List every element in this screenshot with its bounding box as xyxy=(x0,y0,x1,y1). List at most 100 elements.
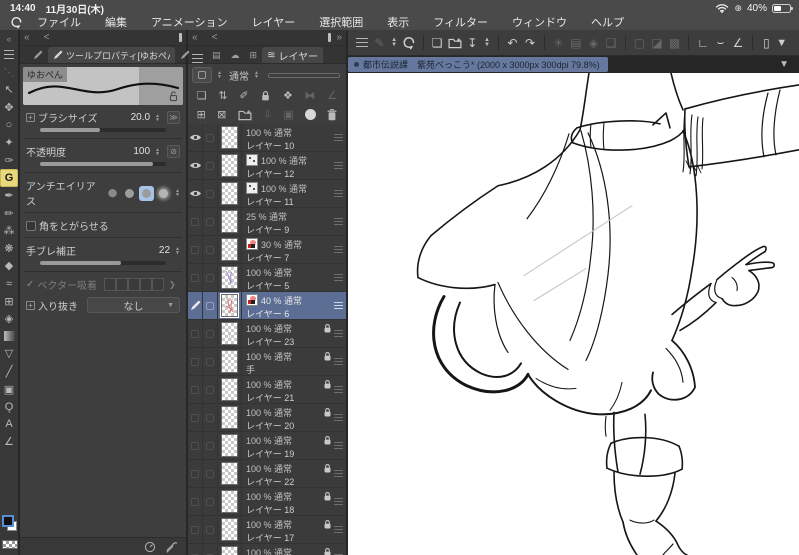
layer-checkbox[interactable] xyxy=(203,544,218,555)
lock-layer-icon[interactable] xyxy=(260,90,271,102)
visibility-toggle[interactable] xyxy=(188,152,203,179)
clip-studio-logo-icon[interactable] xyxy=(10,16,23,29)
drag-handle-icon[interactable] xyxy=(334,292,346,319)
visibility-toggle[interactable] xyxy=(188,124,203,151)
lock-icon[interactable] xyxy=(323,379,332,390)
layer-checkbox[interactable] xyxy=(203,460,218,487)
drag-handle-icon[interactable] xyxy=(334,488,346,515)
menu-window[interactable]: ウィンドウ xyxy=(500,14,579,30)
unlock-icon[interactable] xyxy=(168,91,179,102)
menu-file[interactable]: ファイル xyxy=(25,14,93,30)
drag-handle-icon[interactable] xyxy=(334,152,346,179)
add-shortcut-icon[interactable]: + xyxy=(26,300,35,310)
command-bar-chevron-icon[interactable]: ▼ xyxy=(776,37,793,49)
toolbar-menu-icon[interactable] xyxy=(0,46,18,64)
ruler-snap-icon[interactable]: ∠ xyxy=(327,89,337,102)
panel-collapse-icon[interactable]: « xyxy=(24,32,30,43)
move-layer-tool[interactable]: ✥ xyxy=(0,99,18,117)
menu-animation[interactable]: アニメーション xyxy=(139,14,240,30)
layer-checkbox[interactable] xyxy=(203,236,218,263)
visibility-toggle[interactable] xyxy=(188,264,203,291)
main-menu-icon[interactable] xyxy=(354,33,370,52)
layer-checkbox[interactable] xyxy=(203,124,218,151)
layer-row[interactable]: 100 % 通常 レイヤー 16 xyxy=(188,544,346,555)
layer-thumbnail[interactable] xyxy=(218,208,242,235)
layer-row[interactable]: 100 % 通常 レイヤー 22 xyxy=(188,460,346,488)
drag-handle-icon[interactable] xyxy=(334,208,346,235)
eyedropper-tool[interactable]: ✑ xyxy=(0,152,18,170)
layer-row-selected[interactable]: 40 % 通常 レイヤー 6 xyxy=(188,292,346,320)
editing-pen-icon[interactable] xyxy=(188,292,203,319)
menu-help[interactable]: ヘルプ xyxy=(579,14,636,30)
visibility-toggle[interactable] xyxy=(188,432,203,459)
ruler-tool[interactable]: ∠ xyxy=(0,433,18,451)
layer-checkbox[interactable] xyxy=(203,180,218,207)
new-folder-icon[interactable] xyxy=(238,109,252,121)
visibility-toggle[interactable] xyxy=(188,488,203,515)
panel-drag-handle[interactable] xyxy=(179,33,182,42)
lock-icon[interactable] xyxy=(323,547,332,555)
combine-copy-icon[interactable]: ▣ xyxy=(283,108,293,121)
visibility-toggle[interactable] xyxy=(188,376,203,403)
file-group-chevrons[interactable]: ▲ ▼ xyxy=(482,37,492,48)
select-invert-icon[interactable]: ◪ xyxy=(649,33,665,52)
combine-mode-icon[interactable]: ⧓ xyxy=(305,89,316,102)
fill-tool[interactable]: ◈ xyxy=(0,310,18,328)
layer-thumbnail[interactable] xyxy=(218,320,242,347)
layer-thumbnail[interactable] xyxy=(218,236,242,263)
delete-layer-icon[interactable] xyxy=(327,109,337,121)
snap-angle-icon[interactable]: ∠ xyxy=(730,33,746,52)
drag-handle-icon[interactable] xyxy=(334,180,346,207)
companion-device-icon[interactable]: ▯ xyxy=(759,33,775,52)
eraser-tool[interactable]: ◆ xyxy=(0,257,18,275)
save-icon[interactable]: ↧ xyxy=(464,33,480,52)
drag-handle-icon[interactable] xyxy=(334,544,346,555)
layer-thumbnail[interactable] xyxy=(218,264,242,291)
select-all-icon[interactable]: ▩ xyxy=(667,33,683,52)
text-tool[interactable]: A xyxy=(0,415,18,433)
transform-icon[interactable]: ❑ xyxy=(603,33,619,52)
fill-selection-icon[interactable]: ◈ xyxy=(586,33,602,52)
undo-icon[interactable]: ↶ xyxy=(505,33,521,52)
brush-size-slider[interactable] xyxy=(40,128,166,132)
layer-row[interactable]: 100 % 通常 レイヤー 18 xyxy=(188,488,346,516)
layer-checkbox[interactable] xyxy=(203,488,218,515)
visibility-toggle[interactable] xyxy=(188,348,203,375)
brush-tool[interactable]: ✏ xyxy=(0,204,18,222)
object-tool[interactable]: ↖ xyxy=(0,81,18,99)
lasso-select-tool[interactable]: ○ xyxy=(0,116,18,134)
brush-size-value[interactable]: 20.0 xyxy=(131,112,150,123)
panel-back-icon[interactable]: < xyxy=(44,32,50,43)
drag-handle-icon[interactable] xyxy=(334,264,346,291)
layer-checkbox[interactable] xyxy=(203,404,218,431)
clipping-icon[interactable]: ❏ xyxy=(197,89,207,102)
panel-collapse-icon[interactable]: « xyxy=(192,32,198,43)
antialias-middle-button[interactable] xyxy=(139,185,155,201)
layer-checkbox[interactable] xyxy=(203,152,218,179)
layer-row[interactable]: 100 % 通常 レイヤー 23 xyxy=(188,320,346,348)
auto-select-tool[interactable]: ✦ xyxy=(0,134,18,152)
airbrush-tool[interactable]: ⁂ xyxy=(0,222,18,240)
visibility-toggle[interactable] xyxy=(188,460,203,487)
layer-checkbox[interactable] xyxy=(203,208,218,235)
layer-thumbnail-size-button[interactable] xyxy=(192,67,212,83)
visibility-toggle[interactable] xyxy=(188,544,203,555)
figure-tool[interactable]: ▽ xyxy=(0,345,18,363)
lock-icon[interactable] xyxy=(323,463,332,474)
document-tab[interactable]: 都市伝説課 紫苑べっこう* (2000 x 3000px 300dpi 79.8… xyxy=(348,57,608,72)
layer-row[interactable]: 100 % 通常 手 xyxy=(188,348,346,376)
layer-thumbnail[interactable] xyxy=(218,432,242,459)
g-pen-tool[interactable]: G xyxy=(0,169,18,187)
layer-thumbnail[interactable] xyxy=(218,348,242,375)
mask-thumbnail-icon[interactable] xyxy=(246,182,258,194)
layer-thumbnail[interactable] xyxy=(218,544,242,555)
vector-snap-expand-icon[interactable]: ❯ xyxy=(169,280,176,289)
mask-thumbnail-icon[interactable] xyxy=(246,154,258,166)
menu-selection[interactable]: 選択範囲 xyxy=(307,14,375,30)
menu-view[interactable]: 表示 xyxy=(375,14,421,30)
layer-thumbnail[interactable] xyxy=(218,376,242,403)
stabilize-value[interactable]: 22 xyxy=(159,245,170,256)
pattern-tool[interactable]: ⊞ xyxy=(0,292,18,310)
drag-handle-icon[interactable] xyxy=(334,348,346,375)
add-shortcut-icon[interactable]: + xyxy=(26,113,35,122)
